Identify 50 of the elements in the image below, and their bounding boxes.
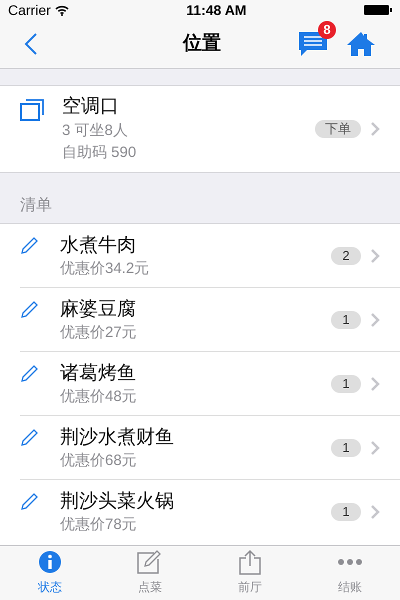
chevron-icon (371, 377, 380, 391)
chevron-icon (371, 313, 380, 327)
dish-price: 优惠价27元 (60, 323, 138, 343)
more-icon (337, 558, 363, 566)
section-title: 清单 (19, 196, 53, 216)
seats-label: 3 可坐8人 (62, 121, 129, 141)
dish-name: 荆沙头菜火锅 (60, 490, 175, 514)
edit-icon (137, 550, 163, 574)
pencil-icon (20, 237, 40, 255)
dish-row[interactable]: 麻婆豆腐 优惠价27元 1 (0, 288, 400, 352)
quantity-badge: 2 (331, 247, 361, 265)
dish-row[interactable]: 诸葛烤鱼 优惠价48元 1 (0, 352, 400, 416)
chevron-icon (371, 249, 380, 263)
dish-name: 水煮牛肉 (60, 234, 137, 258)
tab-button[interactable]: 状态 (0, 546, 100, 600)
carrier-label: Carrier (8, 0, 51, 20)
chevron-icon (371, 505, 380, 519)
chevron-icon (371, 122, 380, 136)
unread-badge: 8 (318, 21, 336, 39)
quantity-badge: 1 (331, 311, 361, 329)
dish-row[interactable]: 水煮牛肉 优惠价34.2元 2 (0, 224, 400, 288)
nav-title: 位置 (182, 32, 222, 56)
dish-price: 优惠价68元 (60, 451, 138, 471)
home-button[interactable] (346, 30, 376, 58)
order-tag: 下单 (315, 120, 361, 138)
dish-name: 诸葛烤鱼 (60, 362, 137, 386)
pencil-icon (20, 365, 40, 383)
chevron-icon (371, 441, 380, 455)
dish-row[interactable]: 荆沙水煮财鱼 优惠价68元 1 (0, 416, 400, 480)
pencil-icon (20, 429, 40, 447)
dish-price: 优惠价34.2元 (60, 259, 150, 279)
code-label: 自助码 590 (62, 143, 138, 163)
wifi-icon (54, 4, 69, 16)
dish-price: 优惠价48元 (60, 387, 138, 407)
quantity-badge: 1 (331, 439, 361, 457)
dish-name: 荆沙水煮财鱼 (60, 426, 175, 450)
share-icon (238, 549, 262, 575)
table-name: 空调口 (62, 95, 120, 119)
pencil-icon (20, 301, 40, 319)
dish-row[interactable]: 荆沙头菜火锅 优惠价78元 1 (0, 480, 400, 544)
copy-icon (20, 99, 44, 121)
status-time: 11:48 AM (186, 0, 246, 20)
quantity-badge: 1 (331, 375, 361, 393)
quantity-badge: 1 (331, 503, 361, 521)
table-card[interactable]: 空调口 3 可坐8人 自助码 590 下单 (0, 85, 400, 173)
dish-price: 优惠价78元 (60, 515, 138, 535)
battery-icon (364, 5, 392, 15)
dish-name: 麻婆豆腐 (60, 298, 137, 322)
info-icon (38, 550, 62, 574)
pencil-icon (20, 493, 40, 511)
